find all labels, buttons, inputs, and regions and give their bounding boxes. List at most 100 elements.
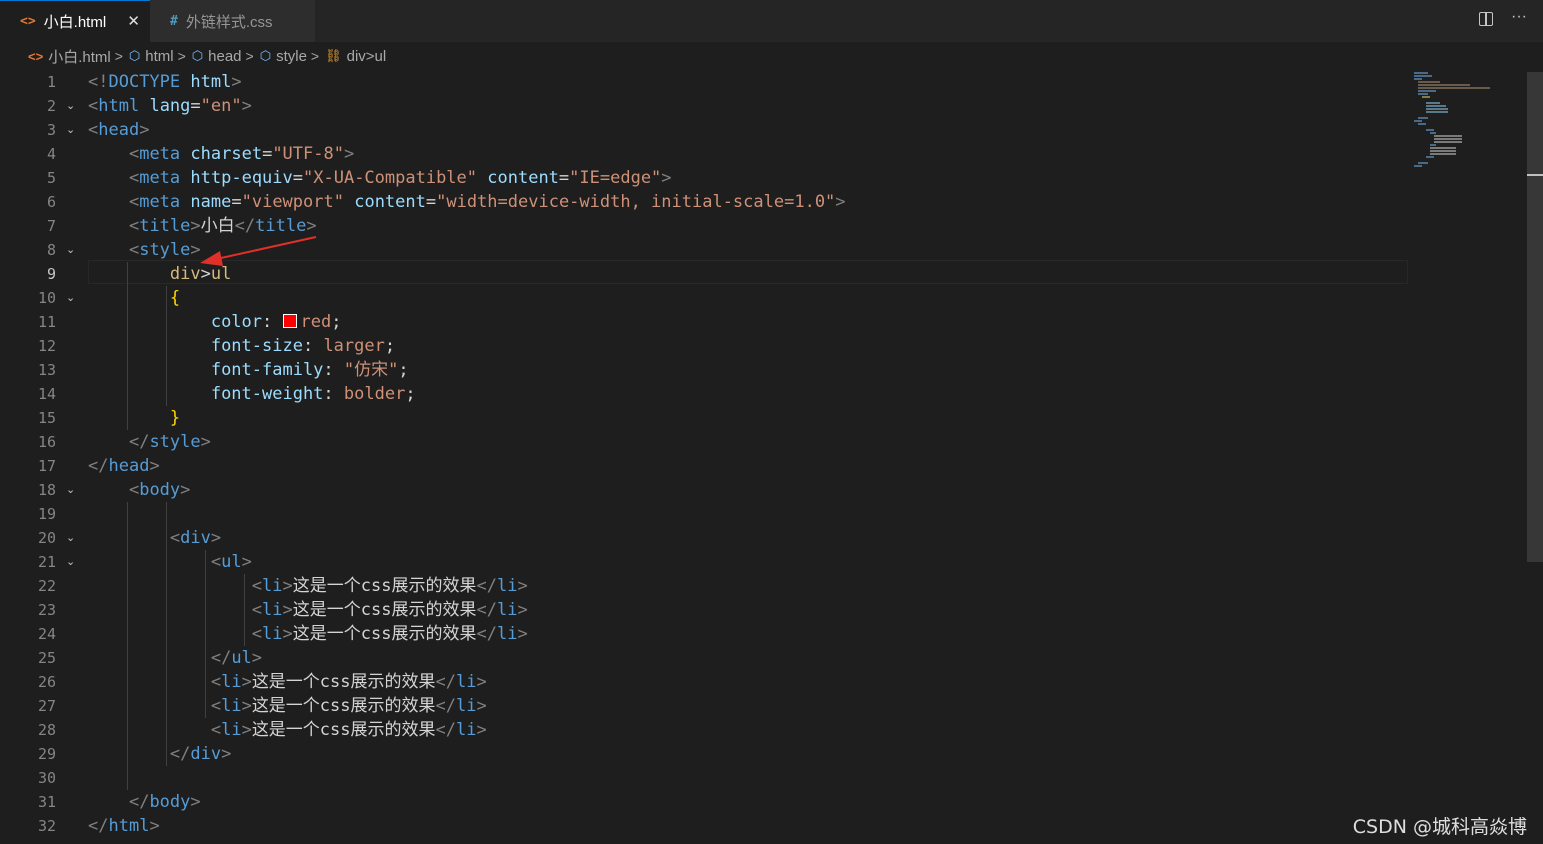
code-line: <head> [88, 120, 150, 140]
code-line: </div> [169, 744, 232, 764]
code-line: </html> [88, 816, 160, 836]
line-number: 5 [46, 169, 56, 187]
line-number: 10 [37, 289, 56, 307]
minimap-line [1430, 144, 1436, 146]
code-line: <body> [128, 480, 191, 500]
line-number: 26 [37, 673, 56, 691]
minimap-line [1418, 117, 1428, 119]
breadcrumb-label: 小白.html [48, 48, 111, 66]
minimap-line [1414, 78, 1422, 80]
tab-xiaobai-html[interactable]: <> 小白.html ✕ [0, 0, 150, 42]
minimap-line [1418, 123, 1426, 125]
code-line: </ul> [210, 648, 263, 668]
code-line: <meta charset="UTF-8"> [128, 144, 355, 164]
minimap-line [1418, 87, 1490, 89]
code-line: <li>这是一个css展示的效果</li> [210, 696, 487, 716]
minimap-line [1418, 81, 1440, 83]
breadcrumb: <> 小白.html > ⬡ html > ⬡ head > ⬡ style >… [0, 42, 1543, 70]
scrollbar-thumb[interactable] [1527, 72, 1543, 562]
line-number: 32 [37, 817, 56, 835]
code-line: <html lang="en"> [88, 96, 252, 116]
line-number: 14 [37, 385, 56, 403]
breadcrumb-style[interactable]: ⬡ style [260, 48, 307, 65]
line-number: 12 [37, 337, 56, 355]
minimap[interactable] [1410, 70, 1526, 190]
code-line: <li>这是一个css展示的效果</li> [251, 600, 528, 620]
chevron-right-icon: > [114, 48, 123, 64]
chevron-right-icon: > [245, 48, 254, 64]
chevron-down-icon[interactable]: ⌄ [66, 238, 80, 262]
line-number: 8 [46, 241, 56, 259]
line-number: 19 [37, 505, 56, 523]
more-actions-icon[interactable]: ··· [1511, 8, 1527, 26]
color-swatch[interactable] [282, 314, 297, 328]
minimap-line [1430, 153, 1456, 155]
minimap-line [1434, 138, 1462, 140]
html-file-icon: <> [20, 14, 36, 29]
code-line: <!DOCTYPE html> [88, 72, 242, 92]
line-number: 7 [46, 217, 56, 235]
tab-label: 小白.html [43, 14, 107, 31]
code-line: </body> [128, 792, 201, 812]
minimap-line [1426, 111, 1448, 113]
breadcrumb-file[interactable]: <> 小白.html [28, 46, 111, 67]
chevron-right-icon: > [177, 48, 186, 64]
minimap-line [1426, 102, 1440, 104]
minimap-line [1426, 129, 1434, 131]
tab-external-css[interactable]: # 外链样式.css [150, 0, 316, 42]
watermark: CSDN @城科高焱博 [1352, 816, 1527, 838]
line-number: 2 [46, 97, 56, 115]
line-number: 3 [46, 121, 56, 139]
line-number: 17 [37, 457, 56, 475]
close-icon[interactable]: ✕ [127, 12, 140, 30]
symbol-class-icon: ⛓ [325, 48, 342, 63]
line-number: 1 [46, 73, 56, 91]
line-number-gutter: 1 2 3 4 5 6 7 8 9 10 11 12 13 14 15 16 1… [0, 70, 88, 844]
code-line: { [169, 288, 181, 308]
minimap-line [1422, 96, 1430, 98]
minimap-line [1426, 156, 1434, 158]
html-file-icon: <> [28, 48, 44, 64]
code-line: <li>这是一个css展示的效果</li> [251, 576, 528, 596]
cube-icon: ⬡ [191, 48, 204, 63]
line-number: 29 [37, 745, 56, 763]
line-number: 16 [37, 433, 56, 451]
code-line: <style> [128, 240, 201, 260]
tab-bar: <> 小白.html ✕ # 外链样式.css ··· [0, 0, 1543, 42]
chevron-down-icon[interactable]: ⌄ [66, 286, 80, 310]
code-line: font-weight: bolder; [210, 384, 416, 404]
chevron-down-icon[interactable]: ⌄ [66, 478, 80, 502]
code-line: <li>这是一个css展示的效果</li> [251, 624, 528, 644]
code-line: <ul> [210, 552, 252, 572]
line-number: 4 [46, 145, 56, 163]
cube-icon: ⬡ [128, 48, 141, 63]
chevron-down-icon[interactable]: ⌄ [66, 550, 80, 574]
breadcrumb-head[interactable]: ⬡ head [192, 48, 242, 65]
split-editor-icon[interactable] [1479, 12, 1494, 26]
code-line: </head> [88, 456, 160, 476]
chevron-down-icon[interactable]: ⌄ [66, 118, 80, 142]
code-line: font-size: larger; [210, 336, 396, 356]
minimap-line [1430, 147, 1456, 149]
breadcrumb-label: html [145, 47, 174, 65]
minimap-line [1414, 75, 1432, 77]
line-number: 23 [37, 601, 56, 619]
minimap-line [1430, 132, 1436, 134]
line-number: 31 [37, 793, 56, 811]
chevron-down-icon[interactable]: ⌄ [66, 526, 80, 550]
minimap-line [1430, 150, 1456, 152]
breadcrumb-label: style [276, 47, 307, 65]
line-number: 22 [37, 577, 56, 595]
chevron-down-icon[interactable]: ⌄ [66, 94, 80, 118]
code-editor[interactable]: <!DOCTYPE html> <html lang="en"> <head> … [88, 70, 1408, 844]
breadcrumb-selector[interactable]: ⛓ div>ul [325, 48, 386, 65]
breadcrumb-html[interactable]: ⬡ html [129, 48, 174, 65]
minimap-line [1414, 72, 1428, 74]
code-line: <li>这是一个css展示的效果</li> [210, 672, 487, 692]
code-line: <div> [169, 528, 222, 548]
minimap-line [1418, 93, 1428, 95]
line-number: 20 [37, 529, 56, 547]
line-number-current: 9 [46, 265, 56, 283]
chevron-right-icon: > [310, 48, 320, 64]
code-line: } [169, 408, 181, 428]
